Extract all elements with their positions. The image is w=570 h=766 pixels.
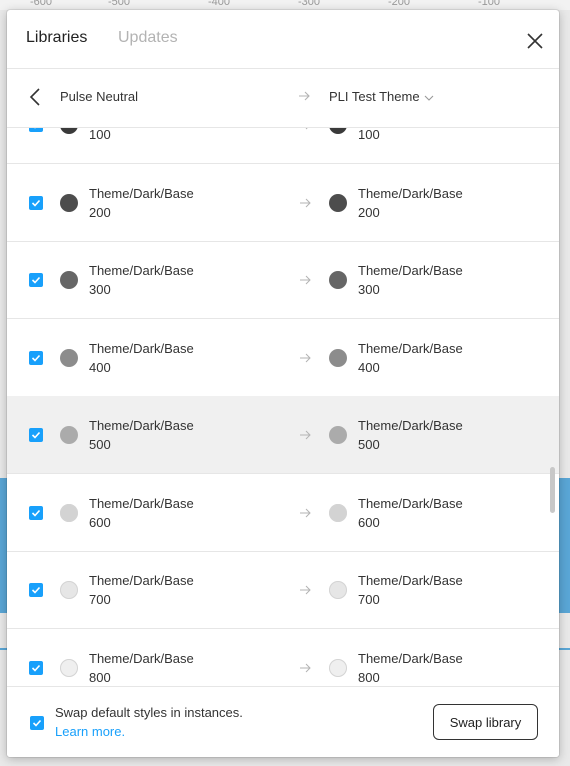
swap-default-styles-label: Swap default styles in instances. bbox=[55, 705, 243, 720]
source-style-name: Theme/Dark/Base 300 bbox=[89, 263, 194, 297]
source-style-name: Theme/Dark/Base 700 bbox=[89, 573, 194, 607]
target-library-name: PLI Test Theme bbox=[329, 89, 420, 104]
style-row-checkbox[interactable] bbox=[29, 583, 43, 597]
style-row[interactable]: Theme/Dark/Base 300 Theme/Dark/Base 300 bbox=[7, 241, 559, 319]
checkmark-icon bbox=[32, 719, 42, 727]
source-color-swatch bbox=[60, 581, 78, 599]
ruler-label: -200 bbox=[388, 0, 411, 8]
style-row[interactable]: Theme/Dark/Base 800 Theme/Dark/Base 800 bbox=[7, 629, 559, 687]
canvas-ruler: -600 -500 -400 -300 -200 -100 bbox=[0, 0, 570, 10]
dialog-footer: Swap default styles in instances. Learn … bbox=[7, 686, 559, 757]
arrow-right-icon bbox=[300, 430, 311, 440]
style-row-checkbox[interactable] bbox=[29, 128, 43, 132]
dialog-header: Libraries Updates bbox=[7, 10, 559, 69]
ruler-label: -600 bbox=[30, 0, 53, 8]
chevron-left-icon bbox=[29, 88, 40, 106]
arrow-right-icon bbox=[300, 663, 311, 672]
target-color-swatch bbox=[329, 271, 347, 289]
arrow-right-icon bbox=[300, 508, 311, 517]
scrollbar-thumb[interactable] bbox=[550, 467, 555, 513]
target-color-swatch bbox=[329, 503, 347, 522]
source-style-name: Theme/Dark/Base 200 bbox=[89, 185, 194, 220]
style-row[interactable]: Theme/Dark/Base 400 Theme/Dark/Base 400 bbox=[7, 319, 559, 397]
arrow-right-icon bbox=[299, 91, 310, 101]
style-row[interactable]: Theme/Dark/Base 200 Theme/Dark/Base 200 bbox=[7, 164, 559, 242]
checkmark-icon bbox=[34, 128, 36, 129]
source-color-swatch bbox=[60, 426, 78, 444]
swap-library-button[interactable]: Swap library bbox=[433, 704, 538, 740]
source-color-swatch bbox=[60, 658, 78, 677]
checkmark-icon bbox=[31, 586, 41, 594]
source-color-swatch bbox=[60, 128, 78, 134]
checkmark-icon bbox=[31, 199, 41, 207]
ruler-label: -500 bbox=[108, 0, 131, 8]
source-color-swatch bbox=[60, 193, 78, 212]
style-row-checkbox[interactable] bbox=[29, 350, 43, 365]
style-row-checkbox[interactable] bbox=[29, 428, 43, 442]
source-style-name: Theme/Dark/Base 400 bbox=[89, 340, 194, 375]
ruler-label: -300 bbox=[298, 0, 321, 8]
style-row[interactable]: Theme/Dark/Base 100 Theme/Dark/Base 100 bbox=[7, 128, 559, 164]
arrow-right-icon bbox=[300, 198, 311, 207]
style-row-checkbox[interactable] bbox=[29, 195, 43, 210]
close-icon bbox=[527, 33, 543, 49]
style-row[interactable]: Theme/Dark/Base 600 Theme/Dark/Base 600 bbox=[7, 474, 559, 552]
tab-libraries[interactable]: Libraries bbox=[26, 29, 87, 47]
tab-updates[interactable]: Updates bbox=[118, 29, 178, 47]
target-style-name: Theme/Dark/Base 800 bbox=[358, 650, 463, 685]
source-style-name: Theme/Dark/Base 100 bbox=[89, 128, 111, 142]
source-library-name: Pulse Neutral bbox=[60, 89, 139, 104]
style-row-checkbox[interactable] bbox=[29, 273, 43, 287]
target-style-name: Theme/Dark/Base 300 bbox=[358, 263, 463, 297]
source-style-name: Theme/Dark/Base 600 bbox=[89, 495, 194, 530]
target-style-name: Theme/Dark/Base 700 bbox=[358, 573, 463, 607]
arrow-right-icon bbox=[300, 585, 311, 595]
target-style-name: Theme/Dark/Base 500 bbox=[358, 418, 463, 452]
library-swap-bar: Pulse Neutral PLI Test Theme bbox=[7, 69, 559, 128]
arrow-right-icon bbox=[300, 353, 311, 362]
target-color-swatch bbox=[329, 658, 347, 677]
source-color-swatch bbox=[60, 503, 78, 522]
style-row-checkbox[interactable] bbox=[29, 505, 43, 520]
learn-more-link[interactable]: Learn more. bbox=[55, 724, 125, 739]
target-style-name: Theme/Dark/Base 200 bbox=[358, 185, 463, 220]
style-row[interactable]: Theme/Dark/Base 700 Theme/Dark/Base 700 bbox=[7, 551, 559, 629]
checkmark-icon bbox=[31, 509, 41, 517]
checkmark-icon bbox=[31, 276, 41, 284]
style-mapping-list[interactable]: Theme/Dark/Base 100Theme/Dark/Base 100Th… bbox=[7, 128, 559, 686]
target-style-name: Theme/Dark/Base 400 bbox=[358, 340, 463, 375]
target-color-swatch bbox=[329, 426, 347, 444]
ruler-label: -100 bbox=[478, 0, 501, 8]
ruler-label: -400 bbox=[208, 0, 231, 8]
chevron-down-icon bbox=[424, 95, 433, 101]
source-style-name: Theme/Dark/Base 800 bbox=[89, 650, 194, 685]
swap-default-styles-checkbox[interactable] bbox=[30, 716, 44, 730]
style-row[interactable]: Theme/Dark/Base 500 Theme/Dark/Base 500 bbox=[7, 396, 559, 474]
checkmark-icon bbox=[31, 431, 41, 439]
source-color-swatch bbox=[60, 271, 78, 289]
back-button[interactable] bbox=[25, 85, 47, 109]
target-color-swatch bbox=[329, 128, 347, 134]
target-style-name: Theme/Dark/Base 600 bbox=[358, 495, 463, 530]
target-style-name: Theme/Dark/Base 100 bbox=[358, 128, 380, 142]
target-library-dropdown[interactable]: PLI Test Theme bbox=[329, 89, 434, 104]
target-color-swatch bbox=[329, 193, 347, 212]
source-color-swatch bbox=[60, 348, 78, 367]
style-row-checkbox[interactable] bbox=[29, 660, 43, 675]
source-style-name: Theme/Dark/Base 500 bbox=[89, 418, 194, 452]
arrow-right-icon bbox=[300, 275, 311, 285]
checkmark-icon bbox=[31, 664, 41, 672]
close-button[interactable] bbox=[523, 29, 547, 53]
swap-library-dialog: Libraries Updates Pulse Neutral PLI Test… bbox=[7, 10, 559, 757]
target-color-swatch bbox=[329, 581, 347, 599]
checkmark-icon bbox=[31, 354, 41, 362]
target-color-swatch bbox=[329, 348, 347, 367]
arrow-right-icon bbox=[305, 128, 308, 130]
